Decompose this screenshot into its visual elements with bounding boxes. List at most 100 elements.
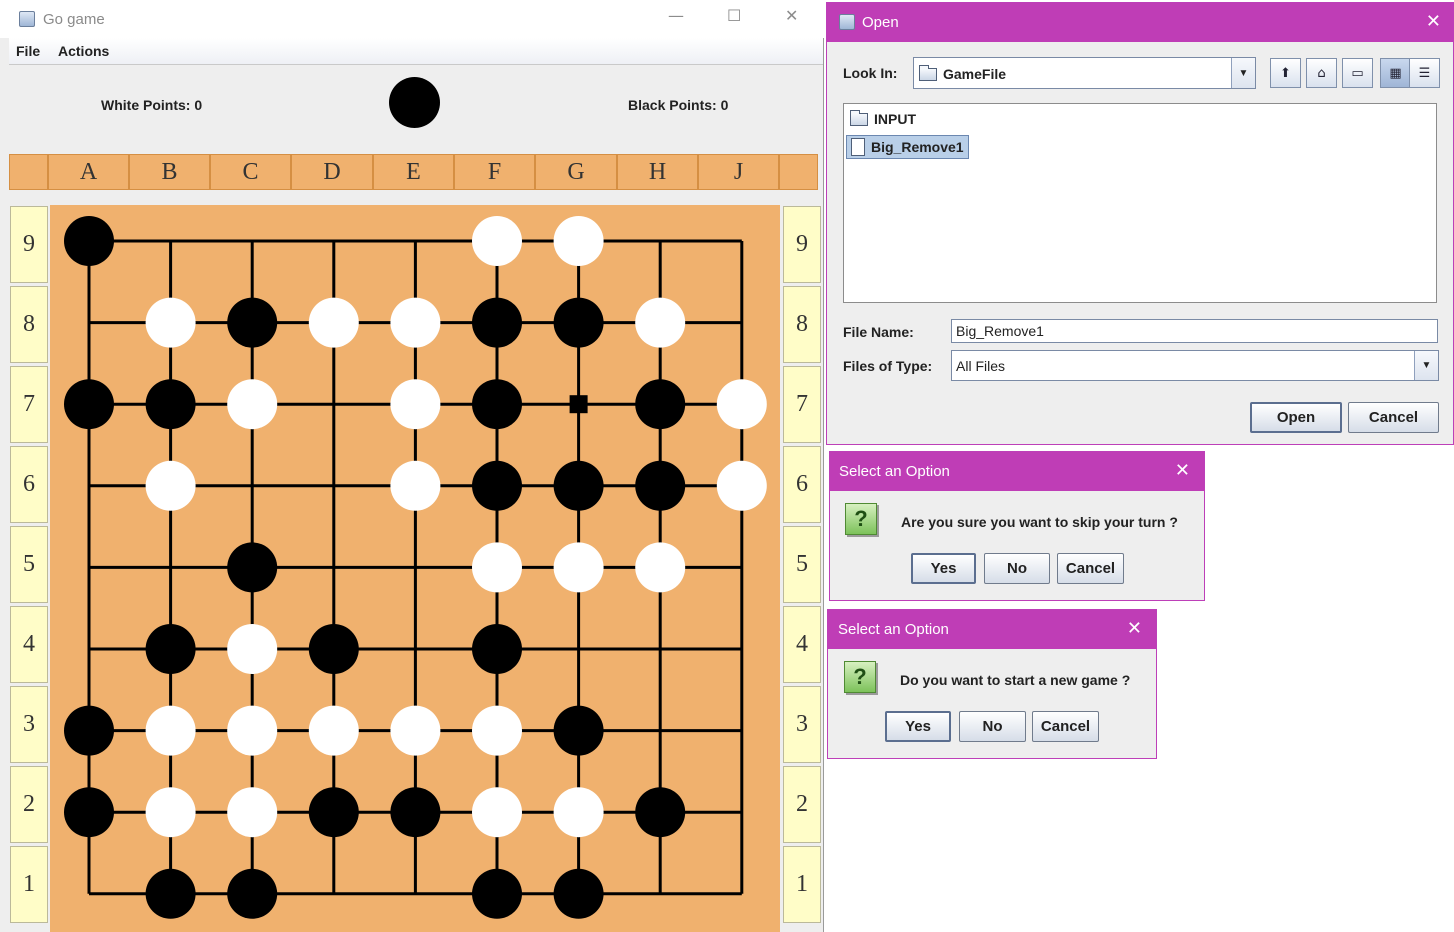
skip-dialog-title: Select an Option [839,463,950,480]
row-header-6-left: 6 [10,446,48,523]
file-list[interactable]: INPUT Big_Remove1 [843,103,1437,303]
row-header-5-right: 5 [783,526,821,603]
black-stone-h6 [635,460,686,511]
list-view-icon: ▦ [1389,65,1402,81]
cancel-button[interactable]: Cancel [1057,553,1124,584]
new-game-dialog: Select an Option ✕ ? Do you want to star… [827,609,1157,759]
black-stone-g1 [553,868,604,919]
maximize-icon[interactable]: ☐ [727,6,741,25]
list-view-button[interactable]: ▦ [1380,58,1411,88]
file-name-label: File Name: [843,324,914,340]
up-folder-icon: ⬆ [1280,65,1291,81]
java-app-icon [19,11,35,27]
close-icon[interactable]: ✕ [785,6,798,25]
column-header-corner-left [9,154,48,190]
look-in-combo[interactable]: GameFile ▼ [913,57,1256,89]
black-stone-b1 [145,868,196,919]
chevron-down-icon[interactable]: ▼ [1414,351,1438,380]
chevron-down-icon[interactable]: ▼ [1231,58,1255,88]
details-view-icon: ☰ [1418,65,1431,81]
row-header-7-left: 7 [10,366,48,443]
white-stone-e7 [390,379,441,430]
newgame-dialog-message: Do you want to start a new game ? [900,672,1131,688]
cancel-button[interactable]: Cancel [1348,402,1439,433]
column-header-f: F [454,154,535,190]
current-turn-stone [389,77,440,128]
close-icon[interactable]: ✕ [1426,11,1441,32]
row-header-1-right: 1 [783,846,821,923]
new-folder-button[interactable]: ▭ [1342,58,1373,88]
file-list-item-big-remove1[interactable]: Big_Remove1 [846,135,969,159]
white-stone-e6 [390,460,441,511]
black-stone-d4 [308,624,359,674]
row-header-5-left: 5 [10,526,48,603]
white-stone-b6 [145,460,196,511]
newgame-dialog-title-bar[interactable]: Select an Option ✕ [828,610,1156,649]
go-board-canvas[interactable] [50,205,780,932]
black-stone-b7 [145,379,196,430]
black-stone-f8 [472,297,522,348]
board-marker-square [569,395,588,414]
row-header-6-right: 6 [783,446,821,523]
go-board[interactable] [50,205,780,932]
black-stone-d2 [308,787,359,838]
black-stone-a2 [64,787,114,838]
cancel-button[interactable]: Cancel [1032,711,1099,742]
look-in-value: GameFile [943,66,1007,82]
row-header-4-right: 4 [783,606,821,683]
white-stone-d3 [308,705,359,756]
no-button[interactable]: No [984,553,1050,584]
black-stone-f1 [472,868,522,919]
files-of-type-combo[interactable]: All Files ▼ [951,350,1439,381]
column-header-a: A [48,154,129,190]
up-folder-button[interactable]: ⬆ [1270,58,1301,88]
black-stone-f6 [472,460,522,511]
menu-bar: File Actions [9,38,823,65]
close-icon[interactable]: ✕ [1175,460,1190,481]
row-header-1-left: 1 [10,846,48,923]
close-icon[interactable]: ✕ [1127,618,1142,639]
skip-dialog-title-bar[interactable]: Select an Option ✕ [830,452,1204,491]
black-stone-g3 [553,705,604,756]
file-list-item-input[interactable]: INPUT [846,107,920,131]
black-stone-h2 [635,787,686,838]
row-header-4-left: 4 [10,606,48,683]
column-header-e: E [373,154,454,190]
white-stone-c7 [227,379,278,430]
menu-file[interactable]: File [16,43,40,59]
column-header-c: C [210,154,291,190]
column-header-b: B [129,154,210,190]
minimize-icon[interactable]: — [668,6,684,25]
white-stone-c3 [227,705,278,756]
home-button[interactable]: ⌂ [1306,58,1337,88]
white-stone-c2 [227,787,278,838]
white-stone-e3 [390,705,441,756]
go-title-bar[interactable]: Go game — ☐ ✕ [0,0,824,38]
details-view-button[interactable]: ☰ [1409,58,1440,88]
white-stone-j6 [716,460,767,511]
menu-actions[interactable]: Actions [58,43,109,59]
black-points-label: Black Points: 0 [628,97,729,113]
no-button[interactable]: No [959,711,1026,742]
white-stone-f9 [472,216,522,266]
row-header-9-right: 9 [783,206,821,283]
white-stone-h5 [635,542,686,593]
white-stone-b8 [145,297,196,348]
row-header-9-left: 9 [10,206,48,283]
new-folder-icon: ▭ [1351,65,1364,81]
black-stone-h7 [635,379,686,430]
white-stone-b2 [145,787,196,838]
yes-button[interactable]: Yes [885,711,951,742]
row-header-2-right: 2 [783,766,821,843]
open-button[interactable]: Open [1250,402,1342,433]
go-window-title: Go game [43,11,105,28]
open-dialog-title-bar[interactable]: Open ✕ [827,3,1453,42]
black-stone-g6 [553,460,604,511]
black-stone-f4 [472,624,522,674]
file-name-field[interactable]: Big_Remove1 [951,319,1438,343]
white-stone-e8 [390,297,441,348]
file-list-item-label: Big_Remove1 [871,139,964,155]
yes-button[interactable]: Yes [911,553,976,584]
go-game-window: Go game — ☐ ✕ File Actions White Points:… [0,0,824,932]
white-stone-b3 [145,705,196,756]
